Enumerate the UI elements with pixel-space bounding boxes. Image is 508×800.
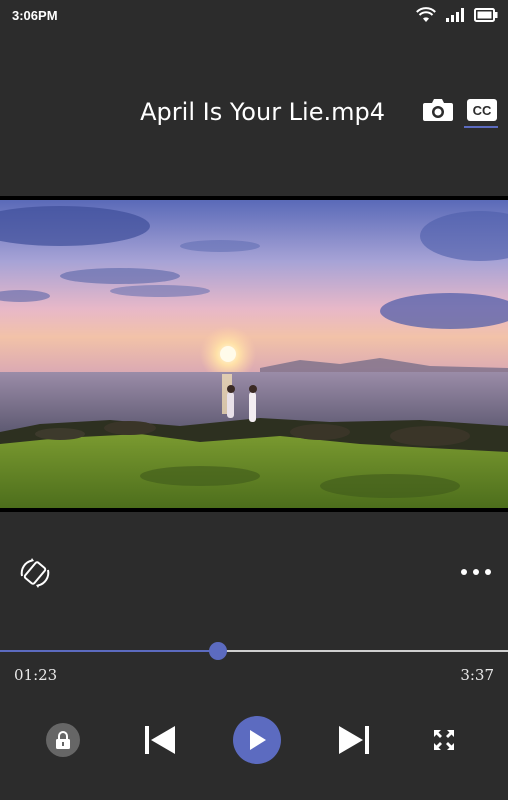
status-bar: 3:06PM — [0, 0, 508, 34]
seek-thumb[interactable] — [209, 642, 228, 660]
play-button[interactable] — [233, 716, 281, 764]
more-icon[interactable] — [458, 562, 494, 582]
wifi-icon — [416, 7, 436, 22]
play-icon — [250, 730, 266, 750]
signal-icon — [446, 8, 464, 22]
lock-button[interactable] — [46, 723, 80, 757]
cc-active-indicator — [464, 126, 498, 128]
cc-label: CC — [473, 103, 492, 118]
fullscreen-icon[interactable] — [432, 728, 456, 752]
video-title: April Is Your Lie.mp4 — [140, 98, 385, 126]
status-icons — [416, 7, 498, 23]
total-time: 3:37 — [460, 666, 494, 684]
cc-button[interactable]: CC — [467, 99, 497, 121]
skip-previous-icon[interactable] — [143, 724, 177, 756]
battery-icon — [474, 8, 498, 22]
camera-icon[interactable] — [422, 98, 454, 122]
video-player[interactable] — [0, 196, 508, 512]
cc-icon: CC — [467, 99, 497, 121]
rotate-icon[interactable] — [18, 556, 52, 590]
current-time: 01:23 — [14, 666, 58, 684]
seek-progress — [0, 650, 219, 652]
skip-next-icon[interactable] — [337, 724, 371, 756]
status-time: 3:06PM — [12, 8, 58, 23]
seek-bar[interactable] — [0, 650, 508, 652]
video-frame — [0, 200, 508, 512]
lock-icon — [56, 731, 70, 749]
